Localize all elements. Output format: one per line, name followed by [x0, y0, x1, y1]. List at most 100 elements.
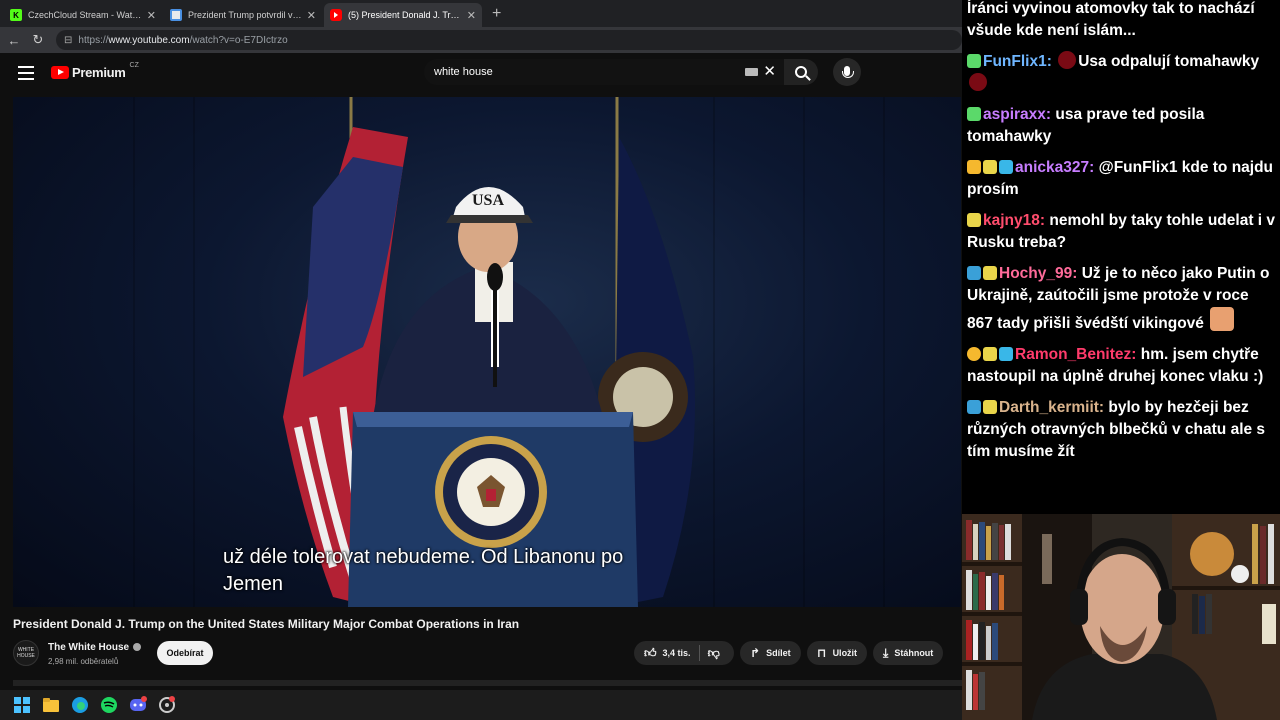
url-path: /watch?v=o-E7DIctrzo — [189, 34, 288, 46]
tab-close-icon[interactable]: ✕ — [307, 9, 316, 22]
save-button[interactable]: ⊓ Uložit — [807, 641, 868, 665]
tab-prezident-trump[interactable]: Prezident Trump potvrdil vojensk ✕ — [164, 3, 322, 27]
crown-badge-icon — [967, 160, 981, 174]
file-explorer-icon[interactable] — [41, 695, 61, 715]
gem-badge-icon — [999, 347, 1013, 361]
youtube-logo[interactable]: Premium CZ — [51, 62, 139, 80]
tab-czechcloud[interactable]: K CzechCloud Stream - Watch Live o ✕ — [4, 3, 162, 27]
channel-name[interactable]: The White House — [48, 642, 142, 653]
menu-icon[interactable] — [18, 66, 34, 80]
tab-title: CzechCloud Stream - Watch Live o — [28, 10, 143, 20]
skull-emote-icon — [969, 73, 987, 91]
share-icon: ↱ — [750, 646, 761, 660]
bookmark-icon: ⊓ — [817, 646, 827, 660]
reload-icon[interactable]: ↻ — [26, 32, 50, 48]
skull-emote-icon — [1058, 51, 1077, 69]
video-player[interactable]: USA už déle tolerovat nebudeme. Od Liban… — [13, 97, 961, 607]
clear-search-icon[interactable]: ✕ — [763, 62, 776, 80]
tab-title: Prezident Trump potvrdil vojensk — [188, 10, 303, 20]
chat-message: Ramon_Benitez: hm. jsem chytře nastoupil… — [967, 344, 1276, 388]
like-dislike-group: 👍︎ 3,4 tis. 👎︎ — [634, 641, 734, 665]
video-frame-scene: USA — [283, 97, 695, 607]
chat-text: Usa odpalují tomahawky — [1078, 53, 1260, 70]
prime-badge-icon — [967, 400, 981, 414]
chat-username[interactable]: Ramon_Benitez: — [1015, 346, 1136, 363]
tab-youtube-active[interactable]: (5) President Donald J. Trump on t ✕ — [324, 3, 482, 27]
chat-username[interactable]: FunFlix1: — [983, 53, 1052, 70]
channel-avatar[interactable]: WHITE HOUSE — [13, 640, 39, 666]
chat-message: Íránci vyvinou atomovky tak to nachází v… — [967, 0, 1255, 39]
streamer-webcam — [962, 514, 1280, 720]
tab-close-icon[interactable]: ✕ — [467, 9, 476, 22]
url-host: www.youtube.com — [108, 34, 190, 46]
chat-username[interactable]: kajny18: — [983, 212, 1045, 229]
video-subtitle: už déle tolerovat nebudeme. Od Libanonu … — [223, 544, 623, 598]
horizontal-scrollbar[interactable] — [13, 680, 962, 686]
chat-username[interactable]: aspiraxx: — [983, 106, 1051, 123]
divider — [698, 645, 700, 661]
channel-avatar-text: WHITE HOUSE — [17, 647, 35, 659]
gem-badge-icon — [999, 160, 1013, 174]
youtube-header: Premium CZ white house ✕ — [0, 53, 962, 97]
dislike-icon[interactable]: 👎︎ — [708, 646, 720, 661]
page-icon — [170, 9, 182, 21]
sub-badge-icon — [983, 400, 997, 414]
discord-icon[interactable] — [128, 695, 148, 715]
download-label: Stáhnout — [894, 648, 934, 658]
sub-badge-icon — [983, 266, 997, 280]
sub-badge-icon — [983, 160, 997, 174]
url-scheme: https:// — [78, 34, 109, 46]
search-input[interactable]: white house ✕ — [424, 59, 784, 85]
chat-username[interactable]: Hochy_99: — [999, 265, 1077, 282]
download-icon: ⤓ — [883, 645, 889, 660]
sub-badge-icon — [967, 213, 981, 227]
search-icon — [795, 66, 807, 78]
webcam-scene — [962, 514, 1280, 720]
spotify-icon[interactable] — [99, 695, 119, 715]
download-button[interactable]: ⤓ Stáhnout — [873, 641, 944, 665]
chat-message: anicka327: @FunFlix1 kde to najdu prosím — [967, 157, 1276, 201]
browser-window: K CzechCloud Stream - Watch Live o ✕ Pre… — [0, 0, 962, 690]
chat-message: Darth_kermiit: bylo by hezčeji bez různý… — [967, 397, 1276, 463]
like-count[interactable]: 3,4 tis. — [663, 648, 691, 658]
kick-icon: K — [10, 9, 22, 21]
microphone-icon — [842, 66, 854, 78]
youtube-icon — [330, 9, 342, 21]
windows-start-icon[interactable] — [12, 695, 32, 715]
tab-bar: K CzechCloud Stream - Watch Live o ✕ Pre… — [0, 0, 962, 27]
country-code: CZ — [129, 62, 139, 69]
youtube-play-icon — [51, 66, 69, 79]
like-icon[interactable]: 👍︎ — [644, 646, 657, 661]
voice-search-button[interactable] — [833, 58, 861, 86]
search-button[interactable] — [784, 59, 818, 85]
subscriber-count: 2,98 mil. odběratelů — [48, 657, 119, 666]
back-arrow-icon[interactable]: ← — [2, 33, 26, 48]
logo-word: Premium — [72, 65, 126, 80]
share-button[interactable]: ↱ Sdílet — [740, 641, 801, 665]
screen: K CzechCloud Stream - Watch Live o ✕ Pre… — [0, 0, 1280, 720]
subtitle-line-1: už déle tolerovat nebudeme. Od Libanonu … — [223, 546, 624, 568]
face-emote-icon — [1210, 307, 1235, 331]
subtitle-line-2: Jemen — [223, 573, 284, 595]
verified-icon — [133, 643, 142, 651]
sub-badge-icon — [983, 347, 997, 361]
keyboard-icon[interactable] — [745, 68, 758, 76]
chat-message: kajny18: nemohl by taky tohle udelat i v… — [967, 210, 1276, 254]
video-title: President Donald J. Trump on the United … — [13, 617, 520, 631]
chat-username[interactable]: Darth_kermiit: — [999, 399, 1104, 416]
site-info-icon[interactable]: ⊟ — [64, 35, 72, 46]
tab-close-icon[interactable]: ✕ — [147, 9, 156, 22]
subscribe-button[interactable]: Odebírat — [157, 641, 213, 665]
stream-chat: Íránci vyvinou atomovky tak to nachází v… — [962, 0, 1280, 514]
edge-browser-icon[interactable] — [70, 695, 90, 715]
search-value: white house — [434, 66, 493, 78]
new-tab-button[interactable]: + — [484, 3, 509, 27]
tab-title: (5) President Donald J. Trump on t — [348, 10, 463, 20]
hat-text: USA — [472, 192, 504, 209]
settings-app-icon[interactable] — [157, 695, 177, 715]
chat-username[interactable]: anicka327: — [1015, 159, 1094, 176]
chat-message: Hochy_99: Už je to něco jako Putin o Ukr… — [967, 263, 1276, 335]
prime-badge-icon — [967, 266, 981, 280]
url-field[interactable]: ⊟ https://www.youtube.com/watch?v=o-E7DI… — [56, 30, 962, 50]
sub-badge-icon — [967, 54, 981, 68]
